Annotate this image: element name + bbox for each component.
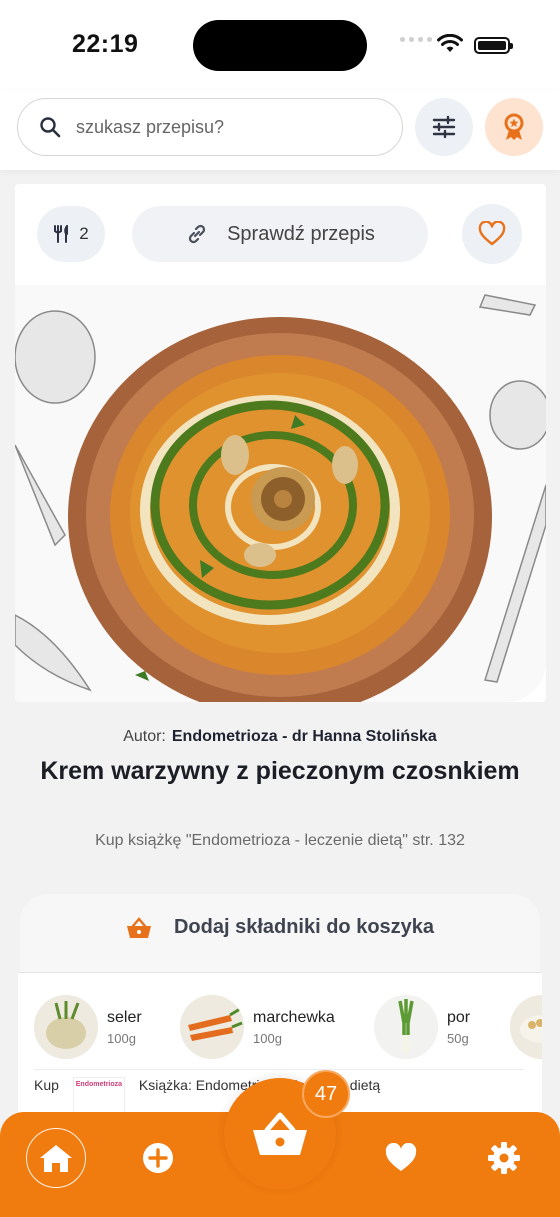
- basket-icon: [126, 916, 151, 938]
- ingredient-amount: 100g: [107, 1030, 136, 1046]
- ingredient-amount: 100g: [253, 1030, 282, 1046]
- filter-icon: [432, 115, 456, 139]
- heart-icon: [385, 1143, 417, 1171]
- book-cover-title: Endometrioza: [75, 1081, 123, 1088]
- ingredient-image-leek: [374, 995, 438, 1059]
- ingredient-image-carrot: [180, 995, 244, 1059]
- tab-favorites[interactable]: [371, 1128, 431, 1188]
- divider: [34, 1069, 524, 1070]
- recipe-photo: [15, 285, 546, 702]
- search-header: [0, 90, 560, 170]
- award-button[interactable]: [485, 98, 543, 156]
- check-recipe-button[interactable]: Sprawdź przepis: [132, 206, 428, 262]
- recipe-card: 2 Sprawdź przepis: [15, 184, 546, 702]
- search-icon: [40, 117, 61, 138]
- ingredient-name: marchewka: [253, 1008, 335, 1026]
- ingredient-item[interactable]: por 50g: [374, 995, 470, 1059]
- tab-add[interactable]: [128, 1128, 188, 1188]
- servings-count: 2: [79, 224, 89, 243]
- signal-icon: [400, 37, 432, 42]
- search-input[interactable]: [76, 116, 376, 138]
- author-label: Autor:: [123, 728, 166, 745]
- ingredient-image-celery: [34, 995, 98, 1059]
- servings-button[interactable]: 2: [37, 206, 105, 262]
- recipe-title: Krem warzywny z pieczonym czosnkiem: [40, 757, 520, 785]
- link-icon: [188, 224, 206, 244]
- author-name[interactable]: Endometrioza - dr Hanna Stolińska: [172, 728, 437, 745]
- ingredient-item[interactable]: marchewka 100g: [180, 995, 335, 1059]
- tab-home[interactable]: [26, 1128, 86, 1188]
- status-time: 22:19: [72, 30, 139, 58]
- basket-count-badge: 47: [302, 1070, 350, 1118]
- home-icon: [40, 1145, 72, 1172]
- recipe-author: Autor: Endometrioza - dr Hanna Stolińska: [0, 728, 560, 746]
- ingredient-amount: 50g: [447, 1030, 469, 1046]
- favorite-button[interactable]: [462, 204, 522, 264]
- search-bar[interactable]: [17, 98, 403, 156]
- status-bar: 22:19: [0, 0, 560, 90]
- book-reference[interactable]: Kup książkę "Endometrioza - leczenie die…: [0, 832, 560, 850]
- cutlery-icon: [54, 225, 69, 243]
- wifi-icon: [437, 34, 463, 52]
- ingredient-item-partial[interactable]: [510, 995, 542, 1059]
- ingredient-item[interactable]: seler 100g: [34, 995, 142, 1059]
- buy-prefix: Kup: [34, 1077, 59, 1093]
- award-icon: [504, 113, 524, 140]
- ingredient-name: por: [447, 1008, 471, 1026]
- add-to-basket-section[interactable]: Dodaj składniki do koszyka: [20, 894, 540, 984]
- ingredient-image: [510, 995, 542, 1059]
- add-to-basket-label: Dodaj składniki do koszyka: [173, 916, 435, 938]
- tab-settings[interactable]: [474, 1128, 534, 1188]
- shopping-basket-icon: [253, 1112, 307, 1155]
- gear-icon: [488, 1142, 520, 1174]
- heart-outline-icon: [478, 221, 506, 246]
- check-recipe-label: Sprawdź przepis: [227, 222, 375, 245]
- dynamic-island: [193, 20, 367, 71]
- plus-circle-icon: [143, 1143, 173, 1173]
- battery-icon: [474, 37, 513, 54]
- filter-button[interactable]: [415, 98, 473, 156]
- ingredient-name: seler: [107, 1008, 142, 1026]
